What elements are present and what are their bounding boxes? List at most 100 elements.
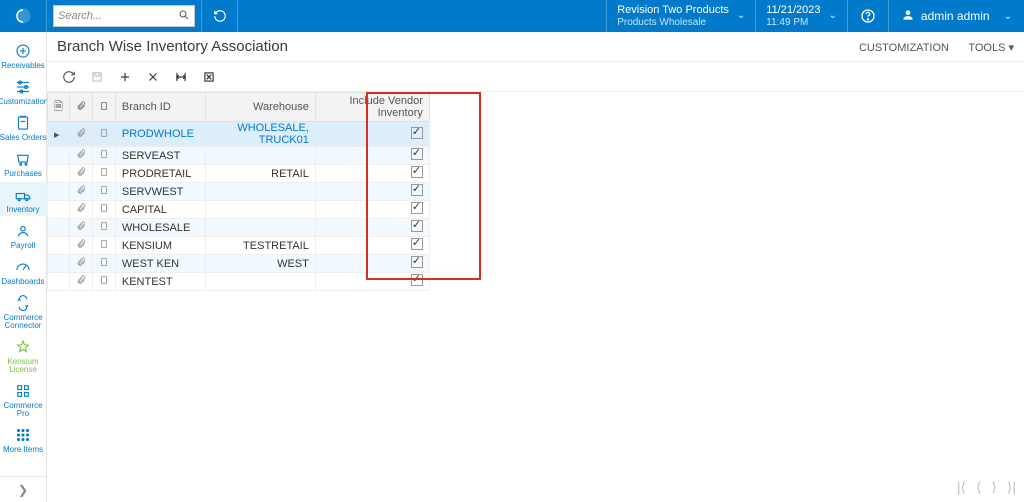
cell-include[interactable] [315,147,429,165]
customization-link[interactable]: CUSTOMIZATION [859,42,949,54]
include-checkbox[interactable] [411,202,423,214]
row-expander[interactable] [48,255,70,273]
help-button[interactable] [847,0,888,32]
nav-customization[interactable]: Customization [0,74,47,108]
row-attachment-icon[interactable] [69,255,92,273]
add-row-button[interactable] [111,65,139,89]
nav-dashboards[interactable]: Dashboards [0,254,47,288]
row-note-icon[interactable] [92,201,115,219]
cell-include[interactable] [315,165,429,183]
user-menu[interactable]: admin admin ⌄ [888,0,1024,32]
nav-kensium-license[interactable]: Kensium License [0,334,47,376]
search-input[interactable]: Search... [53,5,195,27]
cell-include[interactable] [315,255,429,273]
pager-first[interactable]: |⟨ [957,479,966,496]
col-branch[interactable]: Branch ID [115,93,205,122]
cell-branch[interactable]: PRODWHOLE [115,122,205,147]
table-row[interactable]: SERVWEST [48,183,430,201]
col-attachment[interactable] [69,93,92,122]
table-row[interactable]: SERVEAST [48,147,430,165]
cell-include[interactable] [315,122,429,147]
cell-warehouse[interactable]: RETAIL [205,165,315,183]
cell-branch[interactable]: CAPITAL [115,201,205,219]
refresh-grid-button[interactable] [55,65,83,89]
include-checkbox[interactable] [411,220,423,232]
table-row[interactable]: WHOLESALE [48,219,430,237]
col-include[interactable]: Include Vendor Inventory [315,93,429,122]
cell-branch[interactable]: WEST KEN [115,255,205,273]
cell-warehouse[interactable] [205,273,315,291]
include-checkbox[interactable] [411,166,423,178]
cell-warehouse[interactable]: TESTRETAIL [205,237,315,255]
col-warehouse[interactable]: Warehouse [205,93,315,122]
cell-warehouse[interactable] [205,183,315,201]
nav-commerce-connector[interactable]: Commerce Connector [0,290,47,332]
include-checkbox[interactable] [411,127,423,139]
refresh-button[interactable] [202,0,238,32]
include-checkbox[interactable] [411,274,423,286]
nav-inventory[interactable]: Inventory [0,182,47,216]
cell-branch[interactable]: PRODRETAIL [115,165,205,183]
row-attachment-icon[interactable] [69,183,92,201]
fit-columns-button[interactable] [167,65,195,89]
row-attachment-icon[interactable] [69,165,92,183]
table-row[interactable]: PRODRETAILRETAIL [48,165,430,183]
cell-include[interactable] [315,183,429,201]
pager-next[interactable]: ⟩ [991,479,996,496]
tools-menu[interactable]: TOOLS ▾ [968,42,1014,54]
col-expander[interactable]: 🗎 [48,93,70,122]
cell-branch[interactable]: SERVEAST [115,147,205,165]
nav-commerce-pro[interactable]: Commerce Pro [0,378,47,420]
delete-row-button[interactable] [139,65,167,89]
include-checkbox[interactable] [411,184,423,196]
tenant-selector[interactable]: Revision Two Products Products Wholesale… [606,0,755,32]
cell-include[interactable] [315,201,429,219]
pager-last[interactable]: ⟩| [1007,479,1016,496]
row-attachment-icon[interactable] [69,219,92,237]
row-note-icon[interactable] [92,122,115,147]
cell-branch[interactable]: KENTEST [115,273,205,291]
cell-include[interactable] [315,273,429,291]
cell-warehouse[interactable] [205,147,315,165]
row-attachment-icon[interactable] [69,273,92,291]
table-row[interactable]: CAPITAL [48,201,430,219]
row-note-icon[interactable] [92,237,115,255]
cell-include[interactable] [315,237,429,255]
business-date[interactable]: 11/21/2023 11:49 PM ⌄ [755,0,847,32]
include-checkbox[interactable] [411,148,423,160]
row-expander[interactable] [48,237,70,255]
row-note-icon[interactable] [92,255,115,273]
nav-purchases[interactable]: Purchases [0,146,47,180]
row-note-icon[interactable] [92,183,115,201]
nav-expand[interactable]: ❯ [0,476,47,502]
cell-branch[interactable]: SERVWEST [115,183,205,201]
row-attachment-icon[interactable] [69,147,92,165]
cell-warehouse[interactable] [205,219,315,237]
nav-sales-orders[interactable]: Sales Orders [0,110,47,144]
nav-more-items[interactable]: More Items [0,422,47,456]
row-expander[interactable] [48,165,70,183]
nav-receivables[interactable]: Receivables [0,38,47,72]
row-expander[interactable] [48,183,70,201]
cell-include[interactable] [315,219,429,237]
row-note-icon[interactable] [92,219,115,237]
row-note-icon[interactable] [92,165,115,183]
row-expander[interactable]: ▸ [48,122,70,147]
include-checkbox[interactable] [411,256,423,268]
cell-warehouse[interactable]: WHOLESALE, TRUCK01 [205,122,315,147]
row-expander[interactable] [48,147,70,165]
row-attachment-icon[interactable] [69,122,92,147]
row-expander[interactable] [48,219,70,237]
cell-branch[interactable]: WHOLESALE [115,219,205,237]
table-row[interactable]: KENTEST [48,273,430,291]
row-attachment-icon[interactable] [69,237,92,255]
row-expander[interactable] [48,201,70,219]
cell-warehouse[interactable] [205,201,315,219]
logo[interactable] [0,0,47,32]
save-button[interactable] [83,65,111,89]
row-note-icon[interactable] [92,147,115,165]
cell-warehouse[interactable]: WEST [205,255,315,273]
table-row[interactable]: WEST KENWEST [48,255,430,273]
cell-branch[interactable]: KENSIUM [115,237,205,255]
table-row[interactable]: ▸ PRODWHOLEWHOLESALE, TRUCK01 [48,122,430,147]
